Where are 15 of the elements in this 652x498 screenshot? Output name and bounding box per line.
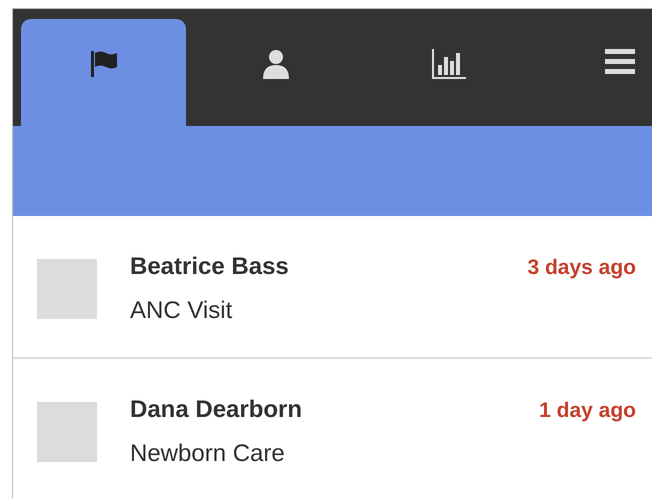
menu-icon [604, 49, 634, 75]
task-row[interactable]: Dana Dearborn 1 day ago Newborn Care [13, 359, 652, 498]
bar-chart-icon [430, 49, 466, 79]
visit-type: ANC Visit [130, 296, 234, 326]
visit-type: Newborn Care [130, 439, 286, 469]
checkbox[interactable] [37, 259, 97, 319]
flag-icon [88, 49, 118, 77]
due-time: 1 day ago [539, 398, 636, 424]
tab[interactable] [21, 19, 186, 126]
patient-name: Beatrice Bass [130, 252, 289, 282]
patient-name: Dana Dearborn [130, 395, 302, 425]
task-row[interactable]: Beatrice Bass 3 days ago ANC Visit [13, 216, 652, 359]
person-icon [262, 49, 290, 79]
checkbox[interactable] [37, 402, 97, 462]
due-time: 3 days ago [527, 255, 636, 281]
